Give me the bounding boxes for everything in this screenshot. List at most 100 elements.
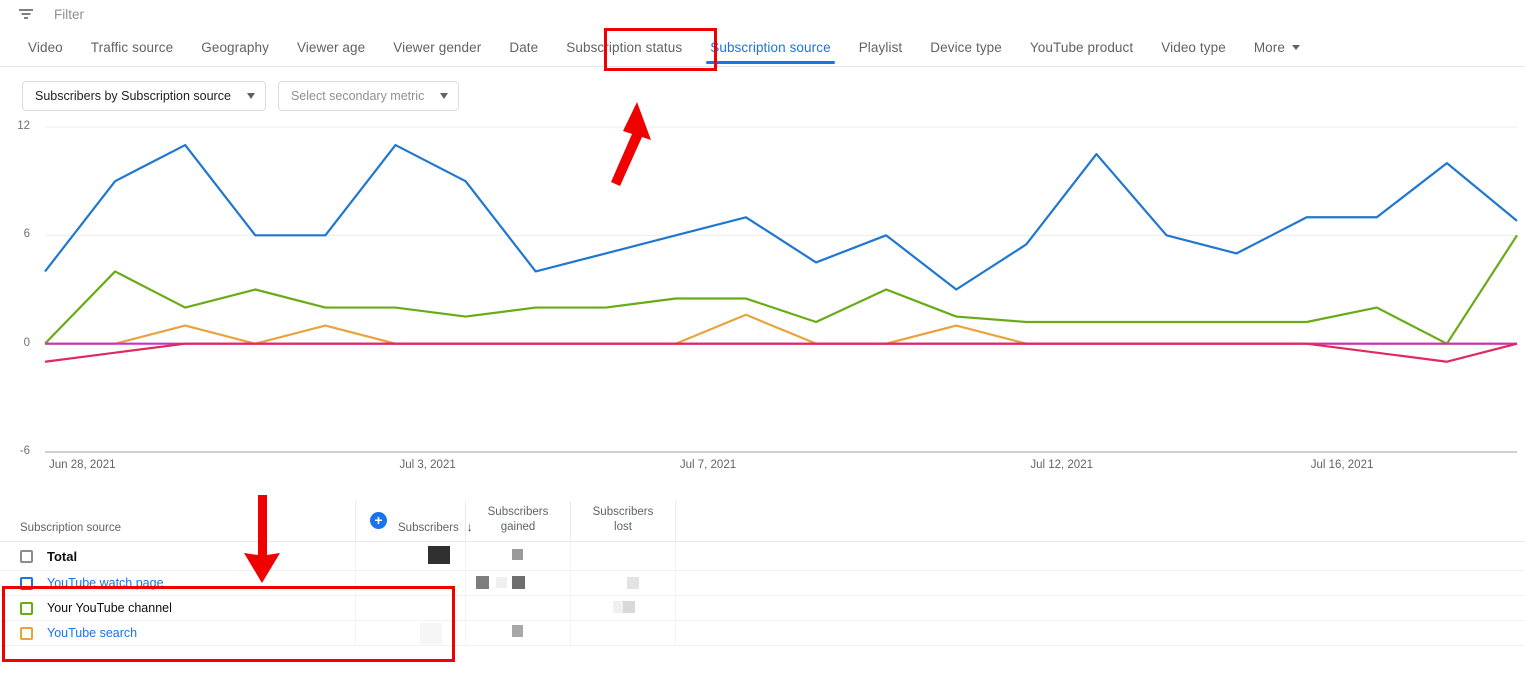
- x-tick-label: Jul 3, 2021: [399, 459, 455, 471]
- series-checkbox[interactable]: [20, 627, 33, 640]
- cell-spacer: [675, 621, 1525, 645]
- table-body: Total YouTube watch page Your YouTube chan…: [0, 542, 1525, 646]
- tab-label: Subscription source: [710, 40, 830, 55]
- tab-more[interactable]: More: [1240, 28, 1314, 66]
- chart-line-youtube-search: [45, 315, 1517, 344]
- tab-label: YouTube product: [1030, 40, 1133, 55]
- chart-line-your-youtube-channel: [45, 235, 1517, 343]
- subscription-source-table: Subscription source + Subscribers ↓ Subs…: [0, 502, 1525, 646]
- cell-spacer: [675, 571, 1525, 595]
- redacted-value: [623, 601, 635, 613]
- cell-subscribers-gained: [465, 596, 570, 620]
- primary-metric-dropdown[interactable]: Subscribers by Subscription source: [22, 81, 266, 111]
- tab-subscription-status[interactable]: Subscription status: [552, 28, 696, 66]
- cell-subscribers: [355, 571, 465, 595]
- filter-bar[interactable]: Filter: [0, 0, 1525, 28]
- table-row[interactable]: Your YouTube channel: [0, 596, 1525, 621]
- gained-line-2: gained: [488, 520, 549, 534]
- redacted-value: [512, 549, 523, 560]
- table-row[interactable]: Total: [0, 542, 1525, 571]
- primary-metric-label: Subscribers by Subscription source: [35, 89, 231, 103]
- column-header-subscribers[interactable]: + Subscribers ↓: [355, 501, 465, 541]
- tab-youtube-product[interactable]: YouTube product: [1016, 28, 1147, 66]
- chevron-down-icon: [440, 93, 448, 99]
- tab-geography[interactable]: Geography: [187, 28, 283, 66]
- chevron-down-icon: [1292, 45, 1300, 50]
- tab-label: Video: [28, 40, 63, 55]
- tab-subscription-source[interactable]: Subscription source: [696, 28, 844, 66]
- secondary-metric-label: Select secondary metric: [291, 89, 424, 103]
- subscribers-line-chart: 1260-6 Jun 28, 2021Jul 3, 2021Jul 7, 202…: [0, 117, 1525, 502]
- tab-traffic-source[interactable]: Traffic source: [77, 28, 187, 66]
- row-label: Your YouTube channel: [47, 601, 172, 615]
- column-header-subscribers-gained[interactable]: Subscribers gained: [465, 501, 570, 541]
- y-tick-label: -6: [0, 445, 30, 457]
- lost-line-1: Subscribers: [593, 505, 654, 519]
- filter-icon: [16, 4, 36, 24]
- series-checkbox[interactable]: [20, 602, 33, 615]
- series-checkbox[interactable]: [20, 550, 33, 563]
- tab-playlist[interactable]: Playlist: [845, 28, 917, 66]
- x-tick-label: Jul 7, 2021: [680, 459, 736, 471]
- tab-date[interactable]: Date: [495, 28, 552, 66]
- redacted-value: [496, 577, 507, 588]
- tab-label: Video type: [1161, 40, 1226, 55]
- cell-subscribers: [355, 596, 465, 620]
- table-header-row: Subscription source + Subscribers ↓ Subs…: [0, 502, 1525, 542]
- chart-line-youtube-watch-page: [45, 145, 1517, 289]
- tab-video[interactable]: Video: [14, 28, 77, 66]
- redacted-value: [476, 576, 489, 589]
- tab-viewer-gender[interactable]: Viewer gender: [379, 28, 495, 66]
- row-label[interactable]: YouTube watch page: [47, 576, 164, 590]
- cell-subscribers-lost: [570, 621, 675, 645]
- table-row[interactable]: YouTube search: [0, 621, 1525, 646]
- row-label: Total: [47, 549, 77, 564]
- tab-viewer-age[interactable]: Viewer age: [283, 28, 379, 66]
- column-header-subscribers-lost[interactable]: Subscribers lost: [570, 501, 675, 541]
- cell-subscribers-gained: [465, 621, 570, 645]
- cell-subscribers-lost: [570, 571, 675, 595]
- lost-line-2: lost: [593, 520, 654, 534]
- tab-label: Device type: [930, 40, 1002, 55]
- cell-subscribers-gained: [465, 542, 570, 570]
- metric-selector-row: Subscribers by Subscription source Selec…: [0, 67, 1525, 111]
- redacted-value: [627, 577, 639, 589]
- x-tick-label: Jul 12, 2021: [1030, 459, 1093, 471]
- tab-label: Geography: [201, 40, 269, 55]
- tab-device-type[interactable]: Device type: [916, 28, 1016, 66]
- x-tick-label: Jul 16, 2021: [1311, 459, 1374, 471]
- cell-subscribers-lost: [570, 596, 675, 620]
- redacted-value: [512, 576, 525, 589]
- gained-line-1: Subscribers: [488, 505, 549, 519]
- column-header-source[interactable]: Subscription source: [0, 522, 355, 541]
- tab-label: Date: [509, 40, 538, 55]
- redacted-value: [428, 546, 450, 564]
- cell-spacer: [675, 596, 1525, 620]
- series-checkbox[interactable]: [20, 577, 33, 590]
- tab-label: Viewer gender: [393, 40, 481, 55]
- secondary-metric-dropdown[interactable]: Select secondary metric: [278, 81, 459, 111]
- chevron-down-icon: [247, 93, 255, 99]
- cell-subscribers-gained: [465, 571, 570, 595]
- tab-video-type[interactable]: Video type: [1147, 28, 1240, 66]
- redacted-value: [613, 601, 623, 613]
- y-tick-label: 6: [0, 228, 30, 240]
- dimension-tabs: Video Traffic source Geography Viewer age Vi…: [0, 28, 1525, 66]
- row-label[interactable]: YouTube search: [47, 626, 137, 640]
- cell-spacer: [675, 542, 1525, 570]
- column-header-spacer: [675, 501, 1525, 541]
- y-tick-label: 0: [0, 337, 30, 349]
- add-column-icon[interactable]: +: [370, 512, 387, 529]
- filter-placeholder: Filter: [54, 7, 84, 22]
- y-tick-label: 12: [0, 120, 30, 132]
- chart-line-subscribers-lost: [45, 344, 1517, 362]
- redacted-value: [512, 625, 523, 637]
- table-row[interactable]: YouTube watch page: [0, 571, 1525, 596]
- cell-subscribers: [355, 542, 465, 570]
- column-header-subscribers-label: Subscribers: [398, 522, 459, 534]
- tab-label: Viewer age: [297, 40, 365, 55]
- cell-source: YouTube search: [0, 626, 355, 640]
- dimension-tabs-bar: Video Traffic source Geography Viewer age Vi…: [0, 28, 1525, 67]
- sort-descending-icon[interactable]: ↓: [467, 520, 473, 534]
- tab-label: Playlist: [859, 40, 903, 55]
